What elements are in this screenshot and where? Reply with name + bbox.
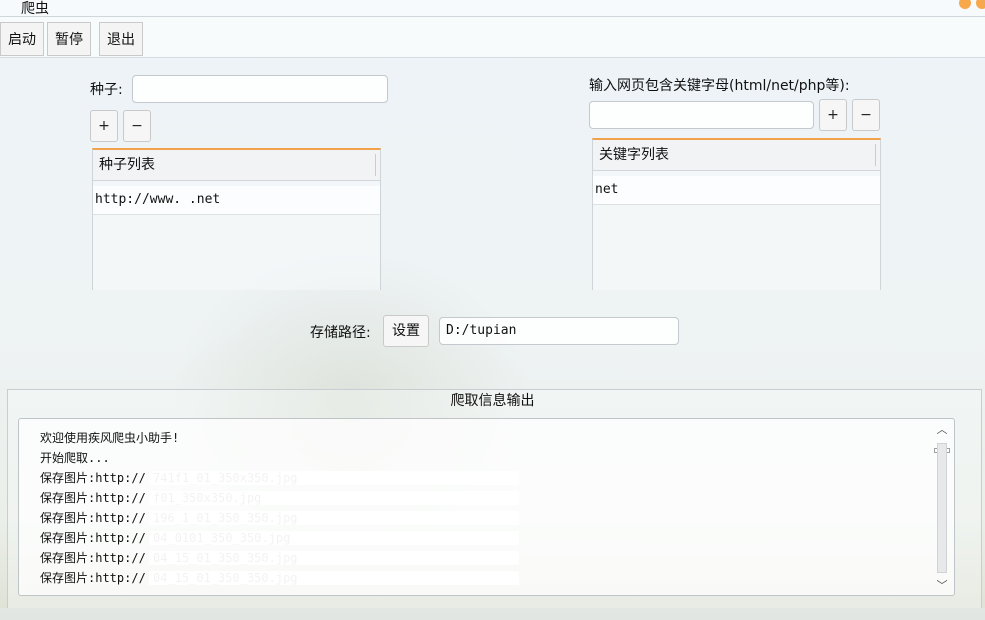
close-button[interactable] <box>976 0 985 9</box>
title-bar: 爬虫 <box>0 0 985 17</box>
keyword-label: 输入网页包含关键字母(html/net/php等): <box>589 78 850 94</box>
set-path-button[interactable]: 设置 <box>383 315 429 347</box>
seed-list-item[interactable]: http://www. .net <box>93 186 380 215</box>
add-seed-button[interactable]: + <box>90 110 118 142</box>
vertical-scrollbar[interactable]: ︿ ﹀ <box>934 423 950 593</box>
column-resize-grip[interactable] <box>875 144 878 166</box>
add-keyword-button[interactable]: + <box>819 99 847 131</box>
minimize-button[interactable] <box>959 0 971 9</box>
toolbar: 启动 暂停 退出 <box>0 17 985 58</box>
redaction-mask <box>149 511 519 525</box>
seed-input[interactable] <box>132 75 388 103</box>
keyword-input[interactable] <box>589 101 814 129</box>
start-button[interactable]: 启动 <box>0 22 44 56</box>
chevron-up-icon[interactable]: ︿ <box>934 423 950 437</box>
seed-list-header[interactable]: 种子列表 <box>93 150 380 181</box>
redaction-mask <box>149 571 519 585</box>
exit-button[interactable]: 退出 <box>99 22 143 56</box>
seed-list: 种子列表 http://www. .net <box>92 148 381 290</box>
redaction-mask <box>149 551 519 565</box>
redaction-mask <box>149 471 519 485</box>
redaction-mask <box>149 491 519 505</box>
remove-seed-button[interactable]: − <box>123 110 151 142</box>
scroll-track[interactable] <box>937 443 947 573</box>
remove-keyword-button[interactable]: − <box>852 99 880 131</box>
log-line: 开始爬取... <box>40 451 110 465</box>
keyword-list-header[interactable]: 关键字列表 <box>593 140 880 171</box>
seed-label: 种子: <box>90 82 123 98</box>
window-title: 爬虫 <box>21 1 49 17</box>
storage-path-field[interactable]: D:/tupian <box>439 317 679 345</box>
seed-list-header-label: 种子列表 <box>99 157 155 173</box>
log-line: 欢迎使用疾风爬虫小助手! <box>40 431 180 445</box>
column-resize-grip[interactable] <box>375 154 378 176</box>
output-title: 爬取信息输出 <box>450 393 535 409</box>
output-log[interactable]: 欢迎使用疾风爬虫小助手! 开始爬取... 保存图片:http:// 741f1_… <box>18 418 955 596</box>
keyword-list: 关键字列表 net <box>592 138 881 290</box>
pause-button[interactable]: 暂停 <box>47 22 91 56</box>
keyword-list-item[interactable]: net <box>593 176 880 205</box>
keyword-list-header-label: 关键字列表 <box>599 147 669 163</box>
chevron-down-icon[interactable]: ﹀ <box>934 579 950 593</box>
redaction-mask <box>149 531 519 545</box>
storage-path-label: 存储路径: <box>310 325 371 341</box>
